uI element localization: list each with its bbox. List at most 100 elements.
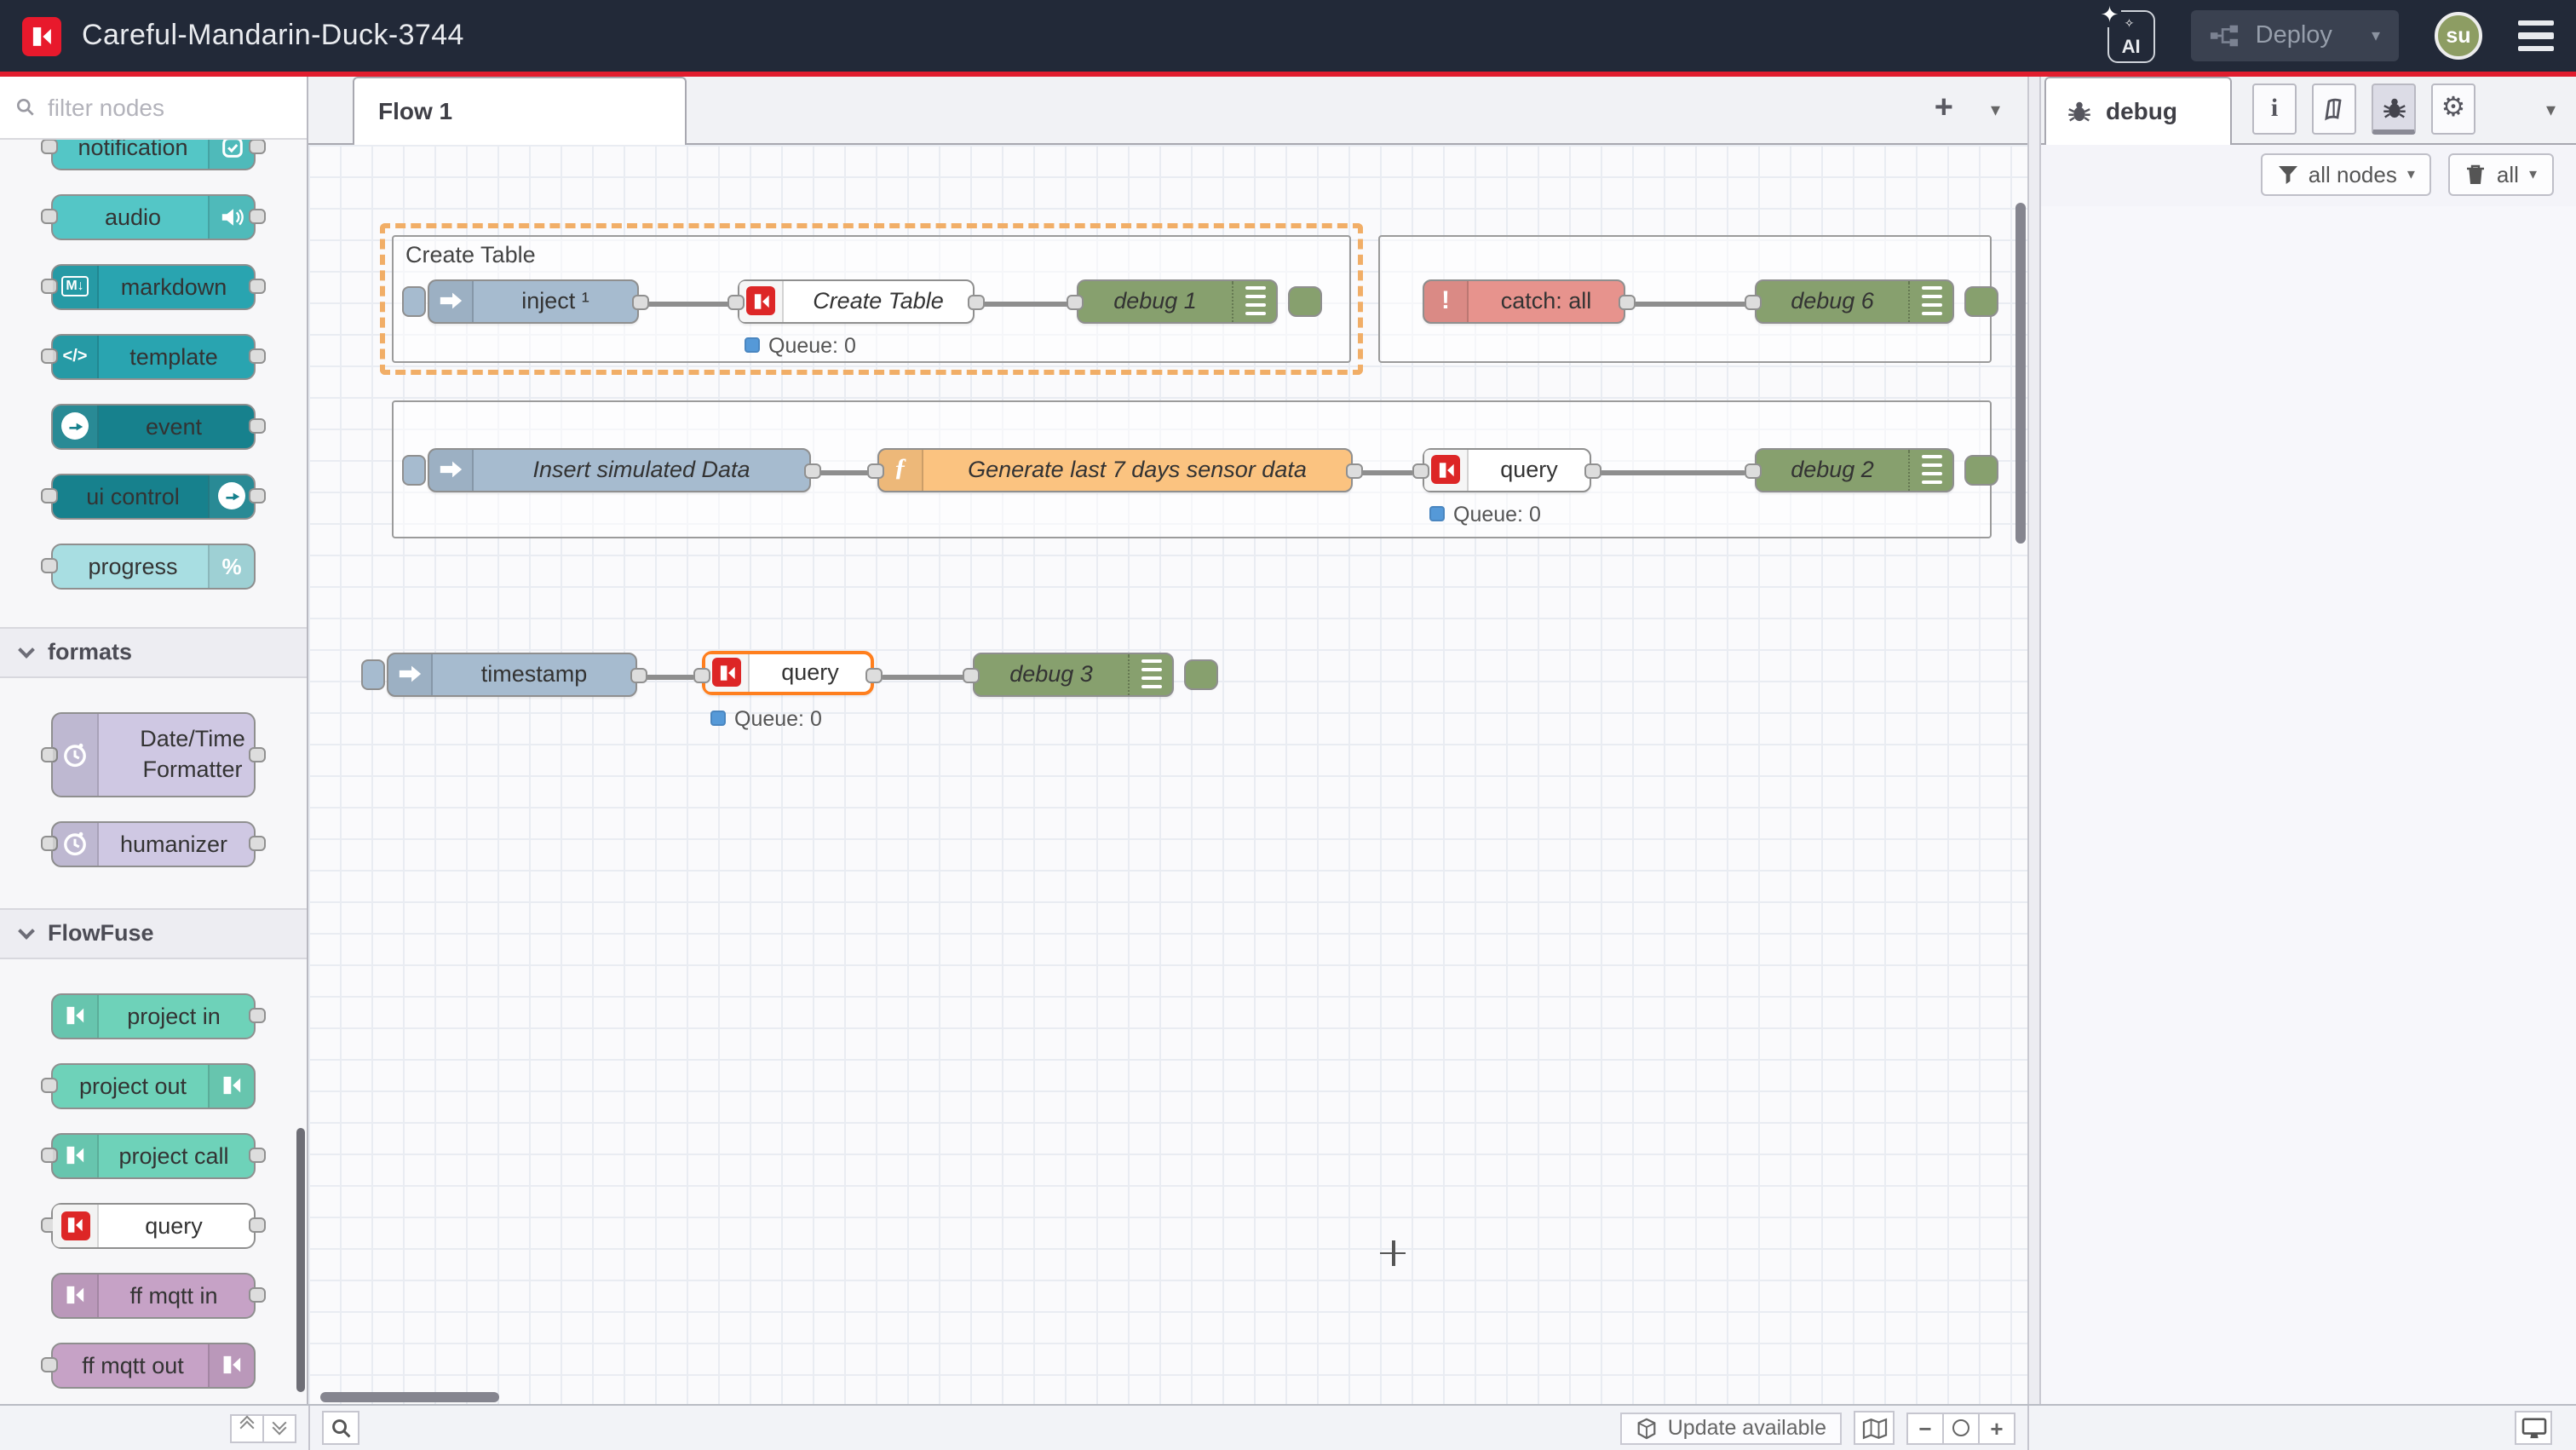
- output-port[interactable]: [1619, 294, 1636, 309]
- node-debug-2[interactable]: debug 2: [1755, 447, 1954, 492]
- debug-toggle-button[interactable]: [1184, 659, 1218, 689]
- node-generate-sensor-data[interactable]: ƒ Generate last 7 days sensor data: [877, 447, 1353, 492]
- open-dashboard-button[interactable]: [2515, 1411, 2552, 1445]
- palette-node-ff-mqtt-out[interactable]: ff mqtt out: [51, 1342, 256, 1388]
- wire[interactable]: [1596, 469, 1746, 475]
- wire[interactable]: [1358, 469, 1414, 475]
- hamburger-menu-icon[interactable]: [2518, 20, 2554, 50]
- input-port[interactable]: [1067, 294, 1084, 309]
- sidebar-splitter[interactable]: [2027, 76, 2041, 1404]
- info-tab-button[interactable]: i: [2252, 83, 2297, 135]
- debug-tab-button[interactable]: [2372, 83, 2416, 135]
- input-port[interactable]: [1745, 463, 1762, 478]
- config-tab-button[interactable]: ⚙: [2431, 83, 2475, 135]
- zoom-in-button[interactable]: +: [1978, 1412, 2015, 1444]
- palette-node-datetime-formatter[interactable]: Date/Time Formatter: [51, 711, 256, 797]
- palette-node-project-out[interactable]: project out: [51, 1062, 256, 1108]
- input-port[interactable]: [693, 667, 710, 682]
- debug-message-list[interactable]: [2041, 205, 2576, 1404]
- palette-node-notification[interactable]: notification: [51, 139, 256, 170]
- node-insert-simulated-data[interactable]: Insert simulated Data: [428, 447, 811, 492]
- sidebar-caret-icon[interactable]: ▾: [2546, 98, 2556, 120]
- palette-node-project-in[interactable]: project in: [51, 993, 256, 1039]
- node-inject-1[interactable]: inject ¹: [428, 279, 639, 323]
- palette-expand-all-button[interactable]: [262, 1413, 296, 1442]
- palette-node-query[interactable]: query: [51, 1202, 256, 1248]
- output-port[interactable]: [968, 294, 985, 309]
- flow-canvas[interactable]: Create Table inject ¹: [308, 144, 2027, 1404]
- wire[interactable]: [1632, 301, 1748, 307]
- zoom-controls: − +: [1906, 1412, 2015, 1444]
- update-available-button[interactable]: Update available: [1620, 1412, 1842, 1444]
- deploy-button[interactable]: Deploy ▾: [2191, 10, 2399, 61]
- inject-button[interactable]: [361, 659, 385, 689]
- palette-collapse-all-button[interactable]: [230, 1413, 264, 1442]
- add-flow-button[interactable]: +: [1928, 90, 1960, 128]
- inject-button[interactable]: [402, 454, 426, 485]
- zoom-out-button[interactable]: −: [1906, 1412, 1944, 1444]
- sparkle-small-icon: ✧: [2125, 18, 2135, 30]
- debug-toggle-button[interactable]: [1964, 454, 1998, 485]
- wire[interactable]: [644, 674, 695, 680]
- node-query-middle[interactable]: query: [1423, 447, 1591, 492]
- wire[interactable]: [881, 674, 966, 680]
- minimap-button[interactable]: [1854, 1411, 1895, 1445]
- ai-assistant-icon[interactable]: ✦ ✧ AI: [2107, 9, 2155, 62]
- debug-toggle-button[interactable]: [1288, 285, 1322, 316]
- node-debug-1[interactable]: debug 1: [1077, 279, 1278, 323]
- canvas-vertical-scrollbar[interactable]: [2015, 202, 2026, 543]
- palette-node-audio[interactable]: audio: [51, 193, 256, 239]
- output-port[interactable]: [632, 294, 649, 309]
- deploy-caret-icon[interactable]: ▾: [2372, 26, 2380, 45]
- tab-debug[interactable]: debug: [2044, 76, 2232, 144]
- input-port[interactable]: [727, 294, 745, 309]
- palette-node-template[interactable]: </> template: [51, 333, 256, 379]
- inject-button[interactable]: [402, 285, 426, 316]
- palette-node-humanizer[interactable]: humanizer: [51, 820, 256, 866]
- node-debug-6[interactable]: debug 6: [1755, 279, 1954, 323]
- node-debug-3[interactable]: debug 3: [973, 652, 1174, 696]
- debug-list-icon: [1232, 280, 1276, 321]
- palette-node-event[interactable]: event: [51, 403, 256, 449]
- palette-search[interactable]: filter nodes: [0, 76, 307, 139]
- wire[interactable]: [816, 469, 871, 475]
- input-port[interactable]: [1745, 294, 1762, 309]
- canvas-search-button[interactable]: [322, 1411, 359, 1445]
- palette-node-ui-control[interactable]: ui control: [51, 473, 256, 519]
- node-query-selected[interactable]: query: [702, 650, 874, 694]
- palette-node-ff-mqtt-in[interactable]: ff mqtt in: [51, 1272, 256, 1318]
- input-port[interactable]: [867, 463, 884, 478]
- palette-node-project-call[interactable]: project call: [51, 1132, 256, 1178]
- tab-flow-1[interactable]: Flow 1: [353, 76, 687, 144]
- node-timestamp[interactable]: timestamp: [387, 652, 637, 696]
- wire[interactable]: [646, 301, 731, 307]
- debug-filter-button[interactable]: all nodes ▾: [2261, 153, 2432, 196]
- tab-list-caret-icon[interactable]: ▾: [1991, 98, 2000, 120]
- search-icon: [15, 96, 36, 117]
- status-dot: [1429, 506, 1445, 521]
- flowfuse-logo-icon[interactable]: [22, 16, 61, 55]
- palette-node-progress[interactable]: progress %: [51, 543, 256, 589]
- palette-node-markdown[interactable]: M↓ markdown: [51, 263, 256, 309]
- palette-section-formats[interactable]: formats: [0, 626, 307, 677]
- wire[interactable]: [981, 301, 1070, 307]
- zoom-reset-button[interactable]: [1942, 1412, 1980, 1444]
- help-tab-button[interactable]: [2312, 83, 2356, 135]
- debug-toggle-button[interactable]: [1964, 285, 1998, 316]
- input-port[interactable]: [963, 667, 980, 682]
- output-port[interactable]: [865, 667, 883, 682]
- output-port[interactable]: [1346, 463, 1363, 478]
- debug-list-icon: [1128, 653, 1172, 694]
- node-catch-all[interactable]: ! catch: all: [1423, 279, 1625, 323]
- output-port[interactable]: [1584, 463, 1601, 478]
- palette-section-flowfuse[interactable]: FlowFuse: [0, 907, 307, 958]
- debug-clear-button[interactable]: all ▾: [2449, 153, 2554, 196]
- output-port[interactable]: [630, 667, 647, 682]
- output-port[interactable]: [804, 463, 821, 478]
- header-actions: ✦ ✧ AI Deploy ▾ su: [2107, 9, 2554, 62]
- user-avatar[interactable]: su: [2435, 12, 2482, 60]
- palette-scrollbar[interactable]: [296, 1127, 305, 1391]
- canvas-horizontal-scrollbar[interactable]: [320, 1392, 499, 1402]
- node-create-table-query[interactable]: Create Table: [738, 279, 975, 323]
- input-port[interactable]: [1412, 463, 1429, 478]
